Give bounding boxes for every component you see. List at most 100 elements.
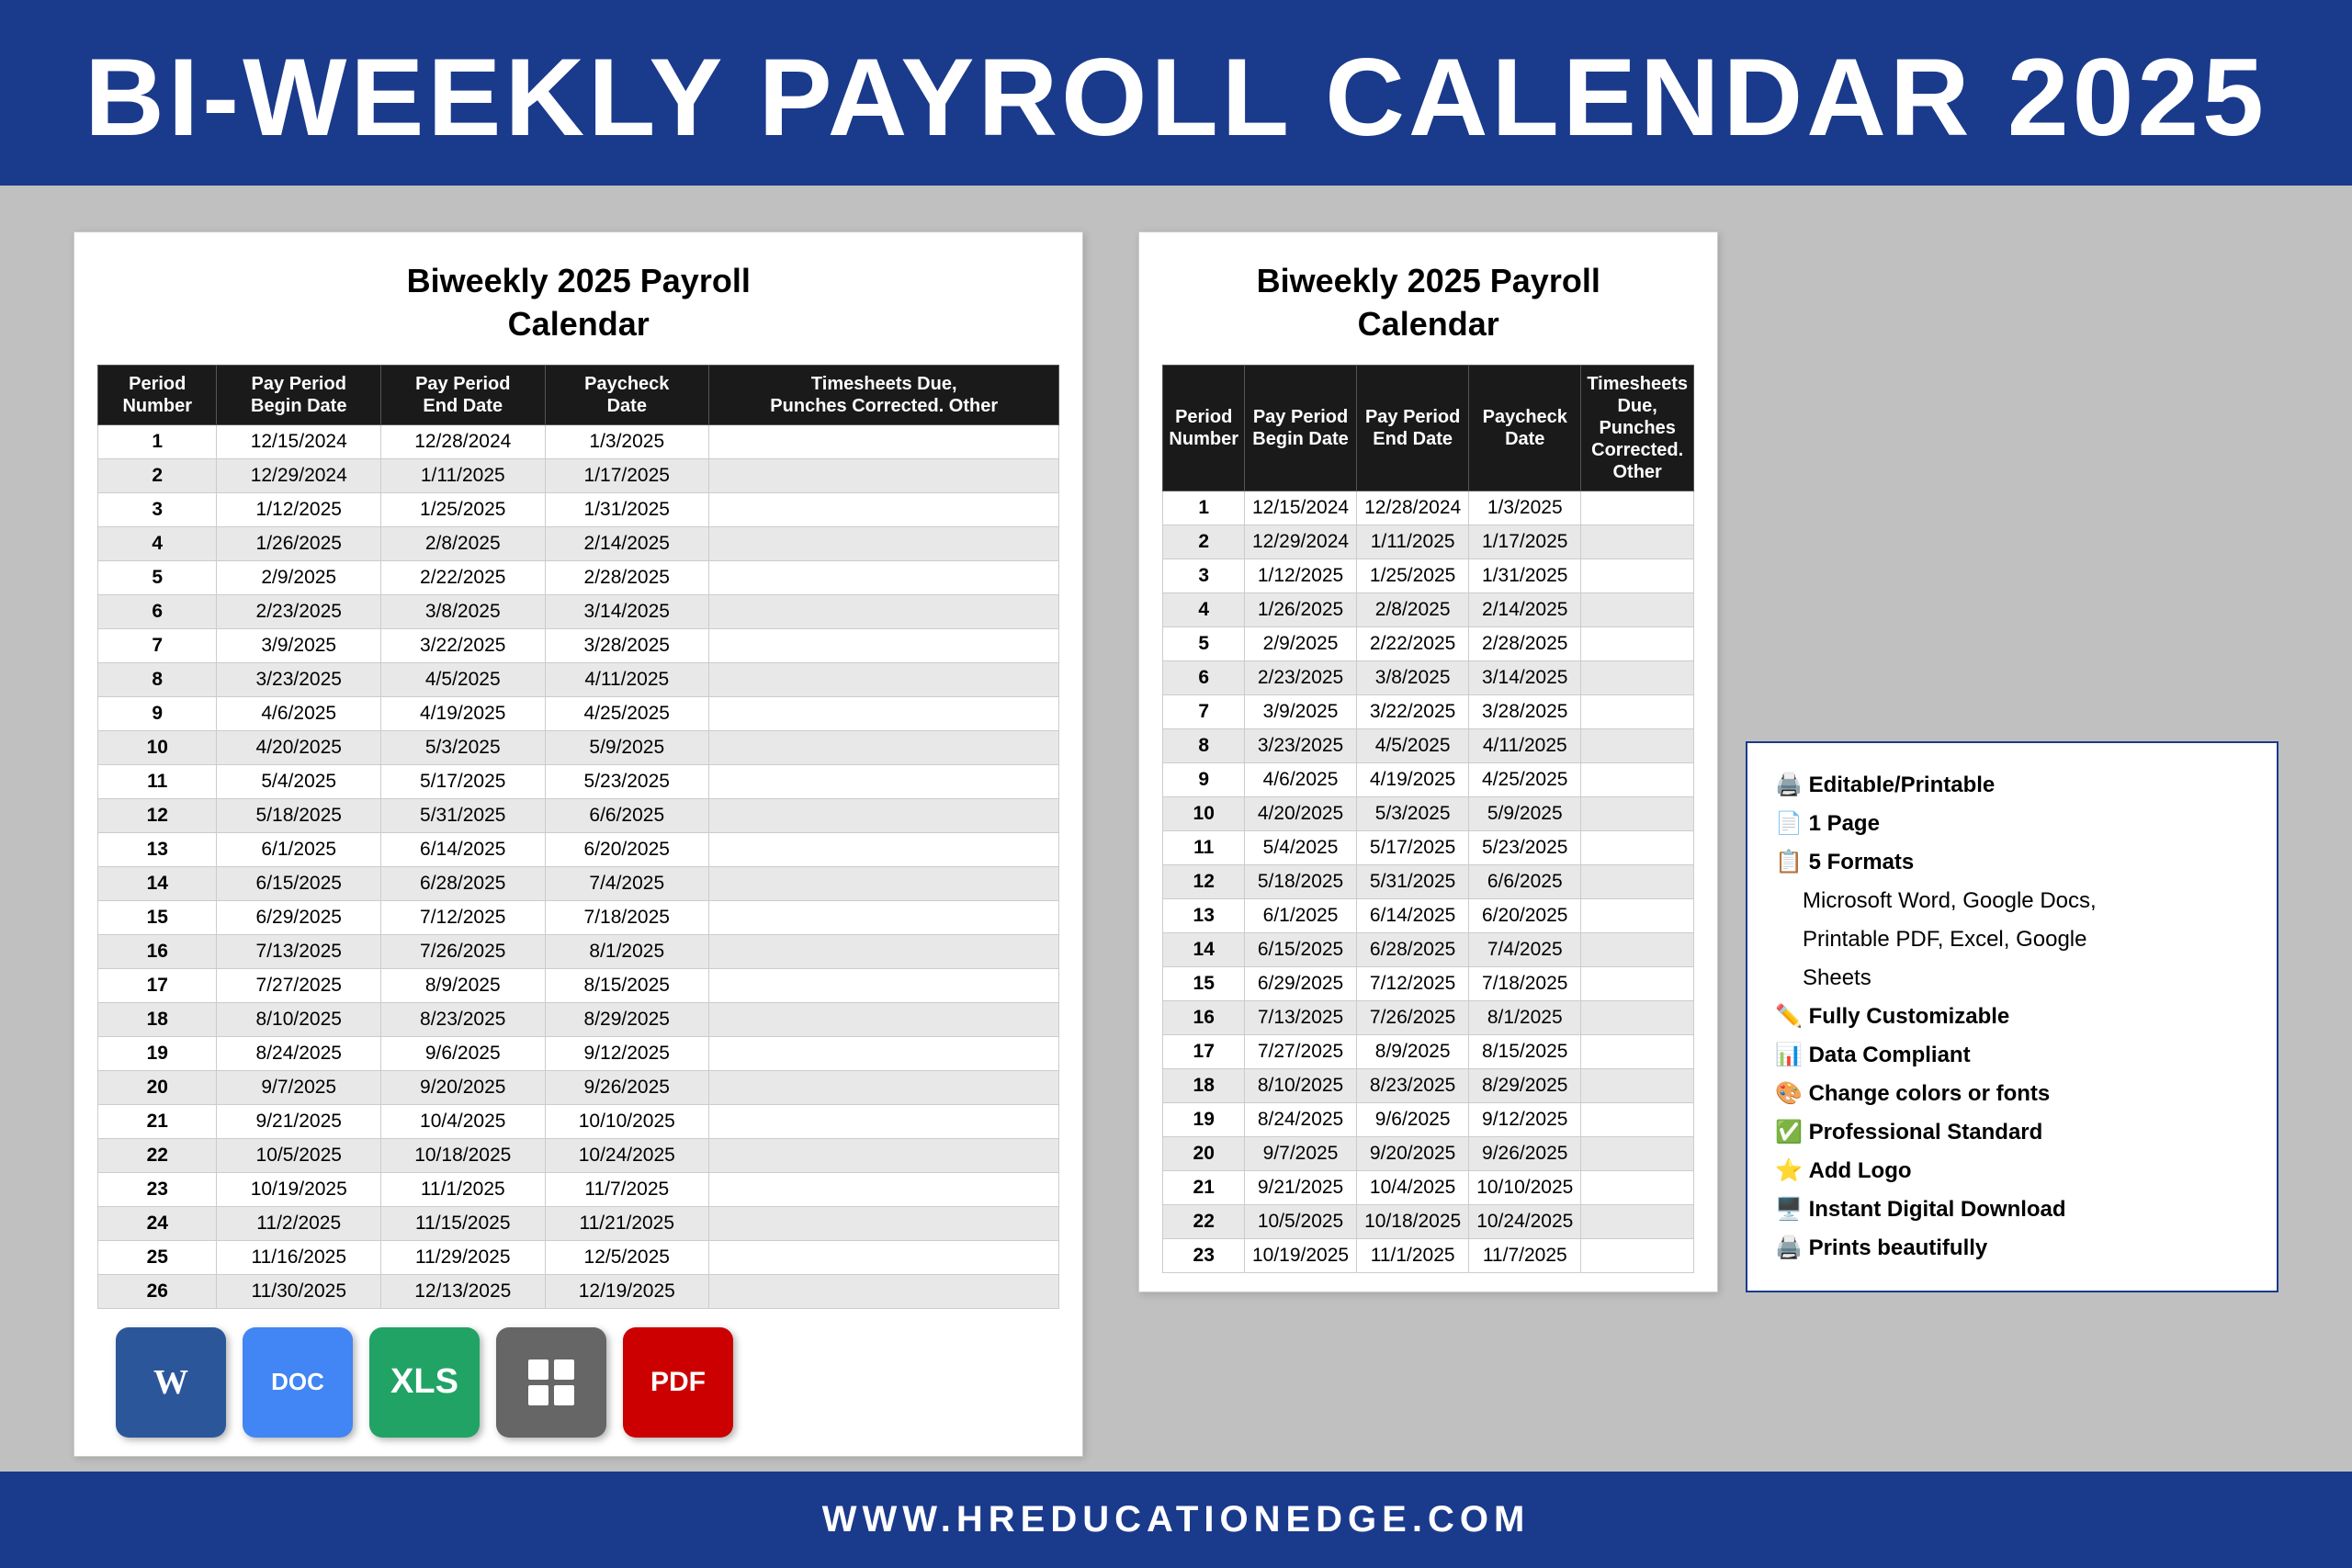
right-col-period-number: PeriodNumber (1163, 365, 1245, 491)
table-cell: 1/25/2025 (381, 492, 546, 526)
table-cell: 9/26/2025 (1469, 1136, 1581, 1170)
table-cell: 7/26/2025 (1357, 1000, 1469, 1034)
feature-prints: 🖨️ Prints beautifully (1775, 1229, 2249, 1268)
table-cell: 15 (98, 900, 217, 934)
table-cell: 10/24/2025 (545, 1138, 709, 1172)
main-content: Biweekly 2025 PayrollCalendar PeriodNumb… (0, 186, 2352, 1472)
calendars-row: Biweekly 2025 PayrollCalendar PeriodNumb… (74, 231, 2278, 1472)
table-cell: 8/23/2025 (1357, 1068, 1469, 1102)
table-cell: 17 (98, 968, 217, 1002)
table-cell: 9/26/2025 (545, 1070, 709, 1104)
table-cell (709, 526, 1059, 560)
table-cell (1581, 830, 1694, 864)
table-cell: 8 (98, 662, 217, 696)
table-cell (1581, 1102, 1694, 1136)
table-cell: 6/6/2025 (545, 798, 709, 832)
table-row: 94/6/20254/19/20254/25/2025 (98, 696, 1059, 730)
feature-pages: 📄 1 Page (1775, 805, 2249, 843)
table-row: 188/10/20258/23/20258/29/2025 (98, 1002, 1059, 1036)
feature-editable: 🖨️ Editable/Printable (1775, 766, 2249, 805)
table-row: 62/23/20253/8/20253/14/2025 (98, 594, 1059, 628)
table-cell: 12/28/2024 (381, 424, 546, 458)
table-row: 31/12/20251/25/20251/31/2025 (1163, 558, 1694, 592)
table-row: 83/23/20254/5/20254/11/2025 (1163, 728, 1694, 762)
table-cell (1581, 1238, 1694, 1272)
table-row: 136/1/20256/14/20256/20/2025 (98, 832, 1059, 866)
table-cell: 11 (1163, 830, 1245, 864)
table-cell: 1/17/2025 (545, 458, 709, 492)
table-cell: 3/22/2025 (1357, 694, 1469, 728)
table-row: 52/9/20252/22/20252/28/2025 (1163, 626, 1694, 660)
table-cell: 19 (1163, 1102, 1245, 1136)
word-icon: W (116, 1327, 226, 1438)
table-cell: 6/28/2025 (1357, 932, 1469, 966)
table-row: 2611/30/202512/13/202512/19/2025 (98, 1274, 1059, 1308)
table-row: 156/29/20257/12/20257/18/2025 (98, 900, 1059, 934)
table-cell: 6/14/2025 (381, 832, 546, 866)
table-cell: 10/4/2025 (381, 1104, 546, 1138)
table-cell (709, 628, 1059, 662)
table-cell (1581, 491, 1694, 525)
table-cell: 20 (1163, 1136, 1245, 1170)
table-header-row: PeriodNumber Pay PeriodBegin Date Pay Pe… (98, 365, 1059, 424)
table-cell: 3/22/2025 (381, 628, 546, 662)
table-cell: 12/5/2025 (545, 1240, 709, 1274)
table-cell (1581, 1034, 1694, 1068)
right-calendar-card: Biweekly 2025 PayrollCalendar PeriodNumb… (1138, 231, 1718, 1292)
table-cell: 3/9/2025 (1244, 694, 1356, 728)
table-cell: 9 (1163, 762, 1245, 796)
table-cell: 11/30/2025 (217, 1274, 381, 1308)
table-row: 104/20/20255/3/20255/9/2025 (1163, 796, 1694, 830)
table-row: 198/24/20259/6/20259/12/2025 (98, 1036, 1059, 1070)
table-row: 156/29/20257/12/20257/18/2025 (1163, 966, 1694, 1000)
table-cell: 4/5/2025 (381, 662, 546, 696)
table-cell: 12/15/2024 (1244, 491, 1356, 525)
table-cell: 18 (1163, 1068, 1245, 1102)
table-cell: 10/19/2025 (1244, 1238, 1356, 1272)
table-cell: 9/6/2025 (381, 1036, 546, 1070)
table-cell: 9/7/2025 (1244, 1136, 1356, 1170)
table-row: 212/29/20241/11/20251/17/2025 (98, 458, 1059, 492)
table-cell: 6/15/2025 (217, 866, 381, 900)
feature-logo: ⭐ Add Logo (1775, 1152, 2249, 1190)
table-cell: 11/15/2025 (381, 1206, 546, 1240)
col-begin-date: Pay PeriodBegin Date (217, 365, 381, 424)
table-cell: 10/4/2025 (1357, 1170, 1469, 1204)
table-cell (709, 424, 1059, 458)
table-cell (709, 1070, 1059, 1104)
table-cell: 11 (98, 764, 217, 798)
table-cell: 9/20/2025 (1357, 1136, 1469, 1170)
table-cell: 5/4/2025 (217, 764, 381, 798)
table-cell (709, 696, 1059, 730)
table-cell (709, 1036, 1059, 1070)
feature-colors: 🎨 Change colors or fonts (1775, 1075, 2249, 1113)
table-cell: 5/3/2025 (1357, 796, 1469, 830)
table-cell (1581, 558, 1694, 592)
left-calendar-title: Biweekly 2025 PayrollCalendar (97, 260, 1059, 346)
table-row: 2511/16/202511/29/202512/5/2025 (98, 1240, 1059, 1274)
table-cell: 17 (1163, 1034, 1245, 1068)
col-period-number: PeriodNumber (98, 365, 217, 424)
table-cell: 1/3/2025 (1469, 491, 1581, 525)
table-cell: 18 (98, 1002, 217, 1036)
table-cell: 3/8/2025 (1357, 660, 1469, 694)
table-cell: 2/9/2025 (1244, 626, 1356, 660)
table-cell: 3/28/2025 (1469, 694, 1581, 728)
left-calendar-card: Biweekly 2025 PayrollCalendar PeriodNumb… (74, 231, 1083, 1457)
table-cell: 9/7/2025 (217, 1070, 381, 1104)
table-cell: 6 (1163, 660, 1245, 694)
table-cell: 4 (1163, 592, 1245, 626)
left-payroll-table: PeriodNumber Pay PeriodBegin Date Pay Pe… (97, 365, 1059, 1309)
table-row: 167/13/20257/26/20258/1/2025 (1163, 1000, 1694, 1034)
table-cell: 3/28/2025 (545, 628, 709, 662)
table-row: 2210/5/202510/18/202510/24/2025 (1163, 1204, 1694, 1238)
table-cell: 7/12/2025 (381, 900, 546, 934)
table-cell: 4/20/2025 (1244, 796, 1356, 830)
table-cell: 9/12/2025 (545, 1036, 709, 1070)
table-cell: 12/13/2025 (381, 1274, 546, 1308)
right-top: Biweekly 2025 PayrollCalendar PeriodNumb… (1138, 231, 2278, 1292)
xls-icon: XLS (369, 1327, 480, 1438)
table-row: 2310/19/202511/1/202511/7/2025 (1163, 1238, 1694, 1272)
table-cell (1581, 966, 1694, 1000)
table-row: 2210/5/202510/18/202510/24/2025 (98, 1138, 1059, 1172)
